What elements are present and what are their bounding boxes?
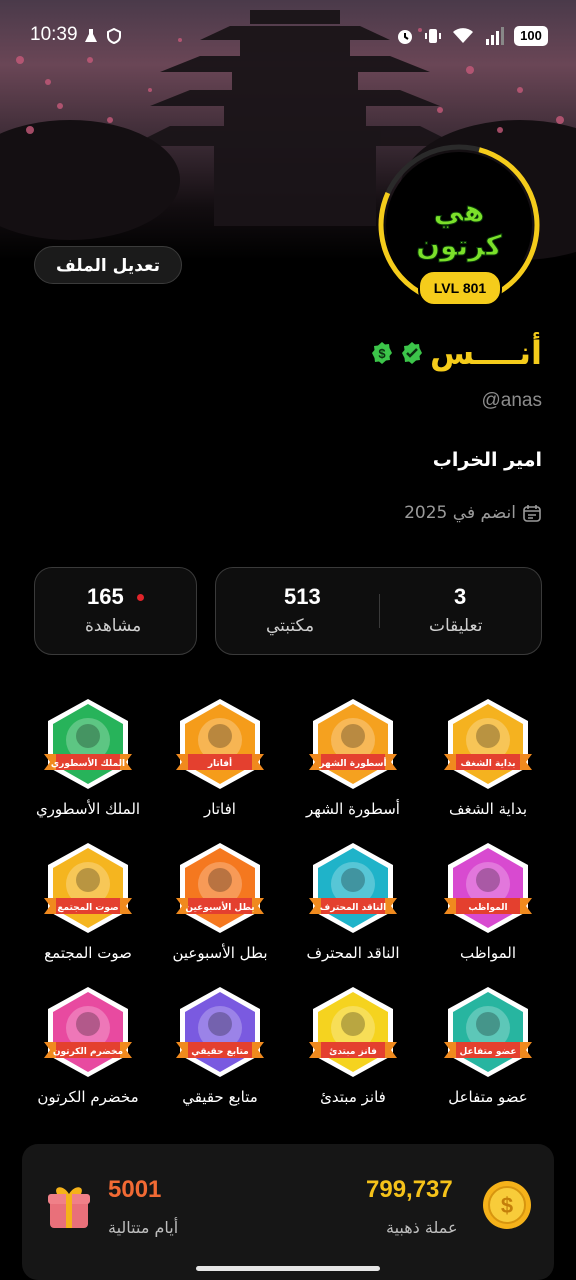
library-label[interactable]: مكتبتي [266,616,314,636]
badge-emblem-icon: متابع حقيقي [176,987,264,1077]
achievement-badge[interactable]: المواظب المواظب [418,840,558,972]
streak-days-count: 5001 [108,1176,162,1203]
achievement-badge[interactable]: فانز مبتدئ فانز مبتدئ [283,984,423,1116]
achievement-badge[interactable]: الملك الأسطوري الملك الأسطوري [18,696,158,828]
streak-days-label: أيام متتالية [108,1218,179,1237]
status-time: 10:39 [30,24,78,45]
badge-label: أسطورة الشهر [306,800,400,818]
joined-date-row: انضم في 2025 [404,503,542,523]
badge-label: عضو متفاعل [448,1088,528,1106]
svg-text:كرتون: كرتون [416,229,502,262]
gift-icon [48,1187,90,1228]
badge-label: بطل الأسبوعين [172,944,268,962]
vibrate-icon [425,29,441,43]
achievement-badge[interactable]: بداية الشغف بداية الشغف [418,696,558,828]
profile-bio: امير الخراب [432,449,542,471]
wifi-icon [453,28,473,43]
badge-ribbon-text: أسطورة الشهر [318,757,386,769]
gold-coin-icon: $ [483,1181,531,1229]
comments-count[interactable]: 3 [454,584,466,610]
badge-ribbon-text: صوت المجتمع [57,903,118,913]
badge-emblem-icon: المواظب [444,843,532,933]
profile-name-row: $ أنــــس [370,334,542,372]
battery-indicator: 100 [514,26,548,46]
svg-text:هي: هي [433,194,484,229]
badge-ribbon-text: بطل الأسبوعين [185,901,254,913]
level-badge: LVL 801 [418,270,502,306]
views-count: 165 [87,584,124,609]
vpn-shield-icon [107,28,121,44]
stat-divider [379,594,380,628]
views-label: مشاهدة [85,616,142,636]
gold-coins-count: 799,737 [366,1176,453,1203]
badge-ribbon-text: بداية الشغف [460,759,515,769]
wallet-card: $ 799,737 عملة ذهبية 5001 أيام متتالية [22,1144,554,1280]
badge-emblem-icon: أفاتار [176,699,264,789]
achievement-badge[interactable]: الناقد المحترف الناقد المحترف [283,840,423,972]
badge-ribbon-text: الملك الأسطوري [51,757,125,769]
badge-label: مخضرم الكرتون [37,1088,139,1106]
status-bar: 10:39 100 [0,22,576,54]
badge-ribbon-text: المواظب [468,903,507,913]
edit-profile-button[interactable]: تعديل الملف [34,246,182,284]
svg-text:$: $ [378,346,386,361]
achievement-badge[interactable]: صوت المجتمع صوت المجتمع [18,840,158,972]
badge-label: المواظب [460,944,516,962]
badge-emblem-icon: أسطورة الشهر [309,699,397,789]
alarm-icon [398,30,412,44]
badge-emblem-icon: صوت المجتمع [44,843,132,933]
badge-ribbon-text: فانز مبتدئ [329,1047,377,1057]
badge-label: بداية الشغف [448,800,528,818]
profile-username: @anas [481,390,543,411]
badge-label: الناقد المحترف [306,944,400,962]
badge-label: افاتار [204,800,236,818]
comments-label[interactable]: تعليقات [429,616,482,636]
badge-label: فانز مبتدئ [320,1088,386,1106]
badge-ribbon-text: أفاتار [207,757,232,769]
gold-coins-label: عملة ذهبية [386,1218,458,1237]
badge-emblem-icon: الملك الأسطوري [44,699,132,789]
dollar-badge-icon: $ [372,342,393,364]
comments-library-stat-card: 513 مكتبتي 3 تعليقات [215,567,542,655]
badge-emblem-icon: بداية الشغف [444,699,532,789]
badge-emblem-icon: عضو متفاعل [444,987,532,1077]
badge-emblem-icon: الناقد المحترف [309,843,397,933]
achievement-badge[interactable]: متابع حقيقي متابع حقيقي [150,984,290,1116]
badge-ribbon-text: عضو متفاعل [459,1047,516,1057]
achievement-badge[interactable]: أفاتار افاتار [150,696,290,828]
badge-emblem-icon: فانز مبتدئ [309,987,397,1077]
flask-icon [85,29,97,42]
badge-ribbon-text: مخضرم الكرتون [53,1047,123,1057]
badge-label: الملك الأسطوري [35,800,141,818]
signal-4g-icon [486,27,504,45]
achievement-badge[interactable]: أسطورة الشهر أسطورة الشهر [283,696,423,828]
live-dot [137,594,144,601]
achievement-badge[interactable]: بطل الأسبوعين بطل الأسبوعين [150,840,290,972]
badge-emblem-icon: مخضرم الكرتون [44,987,132,1077]
achievement-badge[interactable]: عضو متفاعل عضو متفاعل [418,984,558,1116]
library-count[interactable]: 513 [284,584,321,610]
badge-emblem-icon: بطل الأسبوعين [176,843,264,933]
achievement-badge[interactable]: مخضرم الكرتون مخضرم الكرتون [18,984,158,1116]
home-indicator[interactable] [196,1266,380,1271]
svg-text:$: $ [501,1193,513,1218]
calendar-icon [523,505,541,522]
badge-label: متابع حقيقي [182,1088,258,1106]
verified-icon [402,342,423,364]
views-stat-card[interactable]: 165 مشاهدة [34,567,197,655]
profile-name: أنــــس [430,334,542,372]
badge-ribbon-text: الناقد المحترف [320,903,386,913]
badge-label: صوت المجتمع [44,944,132,962]
joined-date: انضم في 2025 [404,503,516,523]
badge-ribbon-text: متابع حقيقي [191,1047,249,1057]
app-logo: هي كرتون [416,194,503,263]
